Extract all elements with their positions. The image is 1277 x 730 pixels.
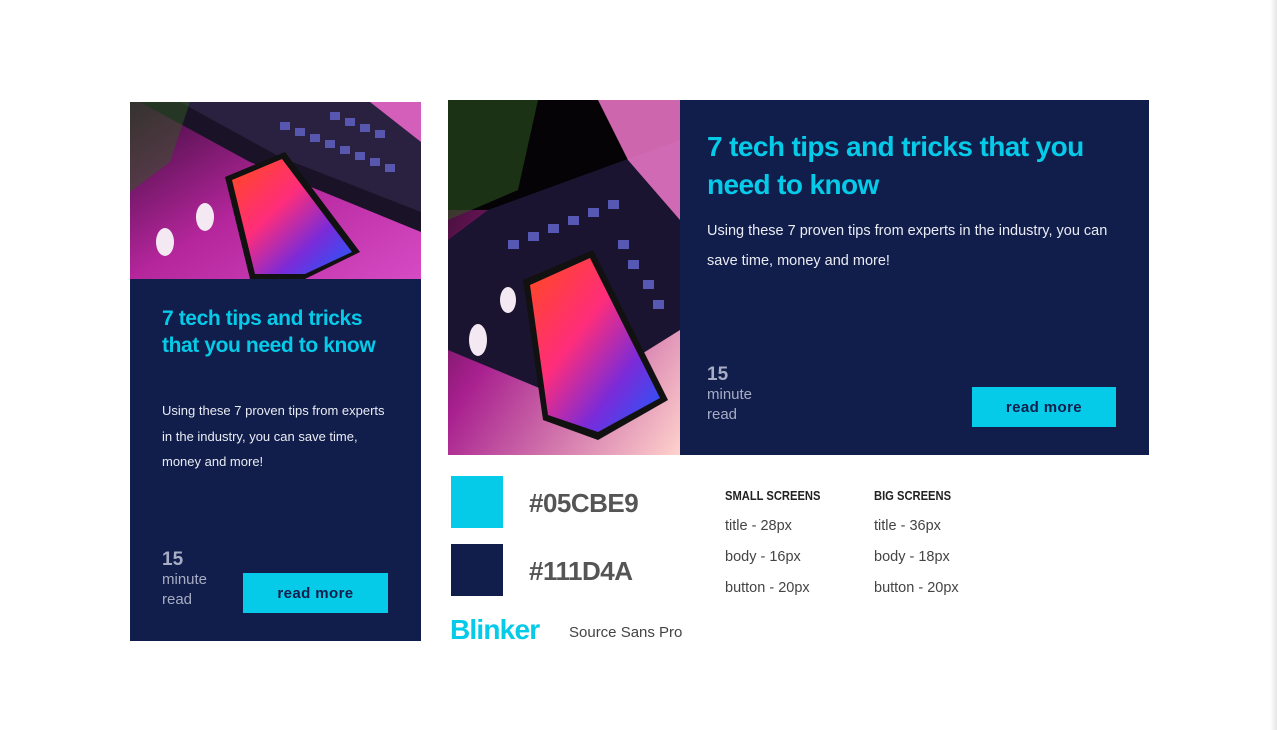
font-secondary-sample: Source Sans Pro [569,624,683,641]
font-primary-sample: Blinker [450,614,540,645]
window-edge [1270,0,1277,730]
spec-line: button - 20px [725,580,810,596]
read-time-unit: minute read [162,571,208,608]
color-swatch-navy [451,544,503,596]
article-image [130,102,421,279]
card-description: Using these 7 proven tips from experts i… [162,403,385,469]
small-screens-specs: SMALL SCREENS title - 28px body - 16px b… [725,487,836,610]
article-card-small: 7 tech tips and tricks that you need to … [130,102,421,641]
read-time: 15 minute read [162,550,222,610]
spec-line: title - 36px [874,518,941,534]
big-screens-specs: BIG SCREENS title - 36px body - 18px but… [874,487,964,610]
card-title: 7 tech tips and tricks that you need to … [162,307,376,357]
article-card-large: 7 tech tips and tricks that you need to … [448,100,1149,455]
article-image [448,100,680,455]
color-hex-accent: #05CBE9 [529,488,639,518]
spec-line: title - 28px [725,518,792,534]
spec-line: body - 16px [725,549,801,565]
color-hex-navy: #111D4A [529,556,633,586]
read-time-number: 15 [162,549,184,570]
read-more-button[interactable]: read more [972,387,1116,427]
read-time: 15 minute read [707,365,767,425]
laptop-phone-image [448,100,680,455]
read-more-button[interactable]: read more [243,573,388,613]
read-time-number: 15 [707,364,729,385]
spec-line: button - 20px [874,580,959,596]
card-title: 7 tech tips and tricks that you need to … [707,131,1084,200]
color-swatch-accent [451,476,503,528]
read-time-unit: minute read [707,386,753,423]
spec-line: body - 18px [874,549,950,565]
laptop-phone-image [130,102,421,279]
small-screens-heading: SMALL SCREENS [725,488,821,503]
card-description: Using these 7 proven tips from experts i… [707,223,1108,269]
big-screens-heading: BIG SCREENS [874,488,952,503]
